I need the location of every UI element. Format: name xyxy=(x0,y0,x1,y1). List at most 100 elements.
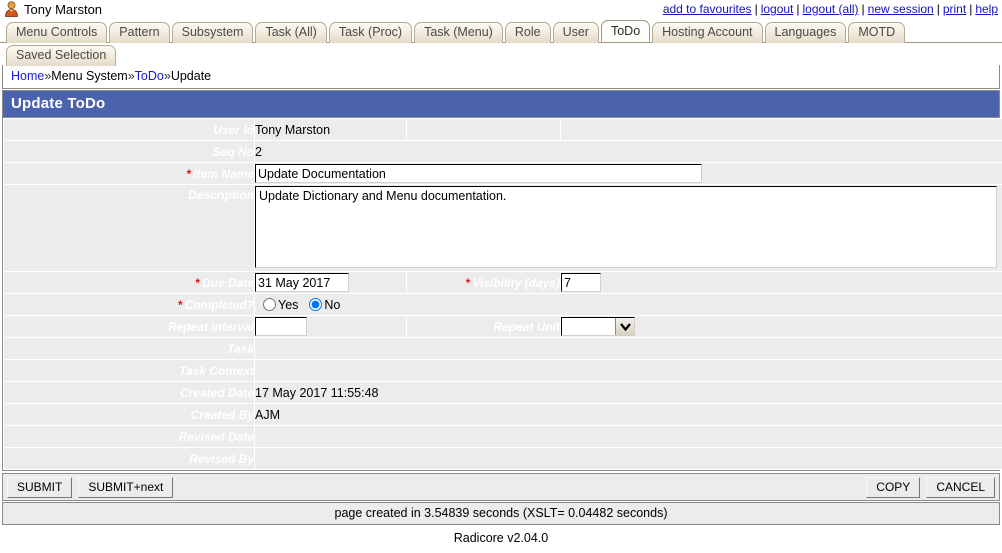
required-marker-visibility: * xyxy=(466,276,471,290)
status-bar: page created in 3.54839 seconds (XSLT= 0… xyxy=(2,502,1000,525)
value-created-date: 17 May 2017 11:55:48 xyxy=(255,382,1002,404)
repeat-interval-input[interactable] xyxy=(255,317,307,336)
link-sep-1: | xyxy=(752,2,761,16)
row-created-by: Created By AJM xyxy=(4,404,1002,426)
link-print[interactable]: print xyxy=(943,2,966,16)
cell-visibility xyxy=(561,272,1002,294)
row-due-date: *Due Date *Visibility (days) xyxy=(4,272,1002,294)
action-button-bar: SUBMIT SUBMIT+next COPY CANCEL xyxy=(2,473,1000,501)
cell-user-id-filler-2 xyxy=(561,119,1002,141)
row-completed: *Completed? Yes No xyxy=(4,294,1002,316)
label-text-due-date: Due Date xyxy=(202,276,254,290)
label-text-item-name: Item Name xyxy=(193,167,254,181)
link-sep-5: | xyxy=(966,2,975,16)
label-text-completed: Completed? xyxy=(185,298,254,312)
breadcrumb-home[interactable]: Home xyxy=(11,69,44,83)
tab-task-all[interactable]: Task (All) xyxy=(255,22,326,43)
tab-task-menu[interactable]: Task (Menu) xyxy=(414,22,503,43)
row-revised-by: Revised By xyxy=(4,448,1002,470)
tab-row-secondary: Saved Selection xyxy=(0,43,1002,65)
tab-menu-controls[interactable]: Menu Controls xyxy=(6,22,107,43)
submit-next-button[interactable]: SUBMIT+next xyxy=(78,477,173,498)
submit-button[interactable]: SUBMIT xyxy=(7,477,72,498)
value-task xyxy=(255,338,1002,360)
label-revised-date: Revised Date xyxy=(4,426,255,448)
due-date-input[interactable] xyxy=(255,273,349,292)
value-revised-date xyxy=(255,426,1002,448)
link-sep-3: | xyxy=(859,2,868,16)
link-logout-all[interactable]: logout (all) xyxy=(803,2,859,16)
cell-user-id-filler-1 xyxy=(407,119,561,141)
repeat-unit-selected-value xyxy=(562,318,615,335)
completed-radio-group: Yes No xyxy=(255,298,1002,312)
required-marker-completed: * xyxy=(178,298,183,312)
label-item-name: *Item Name xyxy=(4,163,255,185)
link-help[interactable]: help xyxy=(975,2,998,16)
completed-yes-radio[interactable] xyxy=(263,298,276,311)
tab-motd[interactable]: MOTD xyxy=(848,22,905,43)
row-user-id: User Id Tony Marston xyxy=(4,119,1002,141)
link-sep-2: | xyxy=(793,2,802,16)
row-seq-no: Seq No 2 xyxy=(4,141,1002,163)
tab-user[interactable]: User xyxy=(553,22,599,43)
completed-no-radio[interactable] xyxy=(309,298,322,311)
user-name-label: Tony Marston xyxy=(24,2,102,17)
visibility-input[interactable] xyxy=(561,273,601,292)
cancel-button[interactable]: CANCEL xyxy=(926,477,995,498)
value-created-by: AJM xyxy=(255,404,1002,426)
tab-role[interactable]: Role xyxy=(505,22,551,43)
value-task-context xyxy=(255,360,1002,382)
tab-todo[interactable]: ToDo xyxy=(601,20,650,42)
label-revised-by: Revised By xyxy=(4,448,255,470)
label-repeat-interval: Repeat Interval xyxy=(4,316,255,338)
header-link-bar: add to favourites|logout|logout (all)|ne… xyxy=(663,2,998,16)
value-user-id: Tony Marston xyxy=(255,119,407,141)
link-add-to-favourites[interactable]: add to favourites xyxy=(663,2,752,16)
description-textarea[interactable]: Update Dictionary and Menu documentation… xyxy=(255,186,997,268)
label-due-date: *Due Date xyxy=(4,272,255,294)
copy-button[interactable]: COPY xyxy=(866,477,920,498)
row-task-context: Task Context xyxy=(4,360,1002,382)
label-seq-no: Seq No xyxy=(4,141,255,163)
cell-description: Update Dictionary and Menu documentation… xyxy=(255,185,1002,272)
required-marker-due-date: * xyxy=(195,276,200,290)
cell-repeat-interval xyxy=(255,316,407,338)
cell-due-date xyxy=(255,272,407,294)
page-title: Update ToDo xyxy=(3,91,999,118)
footer-version: Radicore v2.04.0 xyxy=(0,525,1002,545)
completed-yes-option[interactable]: Yes xyxy=(263,298,298,312)
tab-row-primary: Menu ControlsPatternSubsystemTask (All)T… xyxy=(0,19,1002,42)
item-name-input[interactable] xyxy=(255,164,702,183)
completed-no-label: No xyxy=(324,298,340,312)
breadcrumb-menu-system: Menu System xyxy=(51,69,127,83)
user-avatar-icon xyxy=(4,1,19,17)
cell-completed: Yes No xyxy=(255,294,1002,316)
label-user-id: User Id xyxy=(4,119,255,141)
current-user: Tony Marston xyxy=(4,1,102,17)
chevron-down-icon[interactable] xyxy=(615,318,634,335)
completed-no-option[interactable]: No xyxy=(309,298,340,312)
breadcrumb: Home»Menu System»ToDo»Update xyxy=(2,65,1000,89)
required-marker-item-name: * xyxy=(187,167,192,181)
completed-yes-label: Yes xyxy=(278,298,298,312)
cell-item-name xyxy=(255,163,1002,185)
value-revised-by xyxy=(255,448,1002,470)
link-sep-4: | xyxy=(934,2,943,16)
tab-task-proc[interactable]: Task (Proc) xyxy=(329,22,412,43)
label-task-context: Task Context xyxy=(4,360,255,382)
tab-hosting-account[interactable]: Hosting Account xyxy=(652,22,762,43)
breadcrumb-sep-2: » xyxy=(128,69,135,83)
breadcrumb-current: Update xyxy=(171,69,211,83)
row-description: Description Update Dictionary and Menu d… xyxy=(4,185,1002,272)
cell-repeat-unit xyxy=(561,316,1002,338)
label-repeat-unit: Repeat Unit xyxy=(407,316,561,338)
breadcrumb-todo[interactable]: ToDo xyxy=(135,69,164,83)
repeat-unit-select[interactable] xyxy=(561,317,635,336)
link-new-session[interactable]: new session xyxy=(868,2,934,16)
tab-pattern[interactable]: Pattern xyxy=(109,22,169,43)
link-logout[interactable]: logout xyxy=(761,2,794,16)
tab-saved-selection[interactable]: Saved Selection xyxy=(6,45,116,66)
tab-languages[interactable]: Languages xyxy=(765,22,847,43)
tab-subsystem[interactable]: Subsystem xyxy=(172,22,254,43)
form-panel: Update ToDo User Id Tony Marston Seq No … xyxy=(2,90,1000,471)
